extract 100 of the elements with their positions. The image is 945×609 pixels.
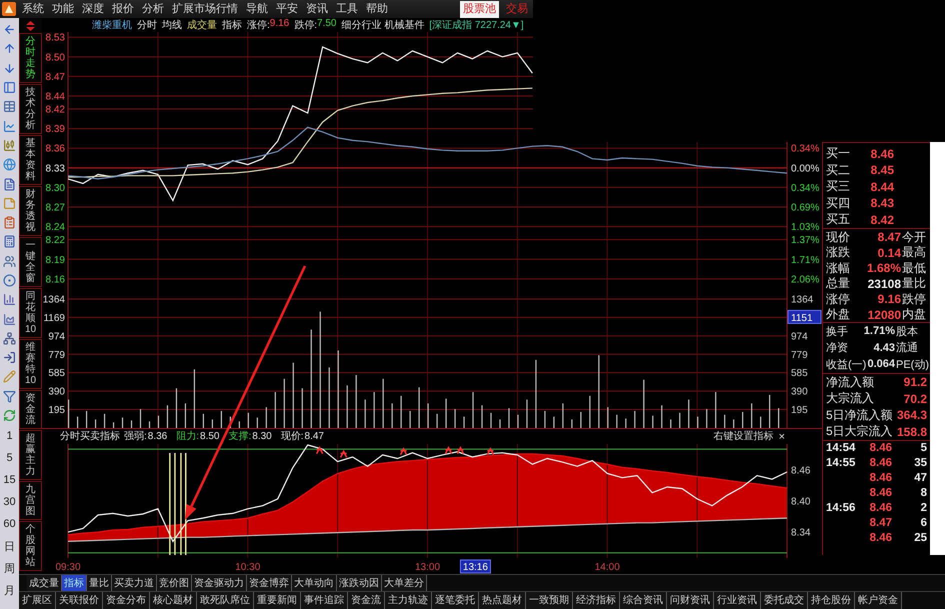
- extension-tab[interactable]: 敢死队席位: [197, 592, 254, 609]
- refresh-icon[interactable]: [3, 409, 16, 422]
- extension-tab[interactable]: 帐户资金: [855, 592, 902, 609]
- chart-tab[interactable]: 成交量: [27, 575, 62, 591]
- close-button[interactable]: ×: [778, 432, 785, 442]
- menu-item[interactable]: 平安: [272, 0, 302, 18]
- candlestick-icon[interactable]: [3, 138, 16, 152]
- document-icon[interactable]: [3, 178, 16, 191]
- extension-tab[interactable]: 扩展区: [19, 592, 56, 609]
- side-tab[interactable]: 维赛特10: [19, 339, 42, 389]
- period-button[interactable]: 月: [0, 579, 19, 602]
- toolbar-tab[interactable]: 股票池: [460, 0, 499, 18]
- signal-marker-icon: [444, 446, 452, 454]
- calculator-icon[interactable]: [3, 235, 16, 248]
- menu-item[interactable]: 扩展市场行情: [168, 0, 242, 18]
- extension-tab[interactable]: 经济指标: [573, 592, 620, 609]
- period-button[interactable]: 周: [0, 557, 19, 580]
- side-tab[interactable]: 资金流: [19, 390, 42, 429]
- chart-tab[interactable]: 量比: [87, 575, 112, 591]
- axis-label: 8.50: [46, 52, 65, 64]
- side-tab[interactable]: 同花顺10: [19, 288, 42, 338]
- menu-item[interactable]: 导航: [242, 0, 272, 18]
- trade-volume: 2: [920, 502, 927, 514]
- period-button[interactable]: 30: [0, 491, 19, 514]
- extension-tab[interactable]: 资金流: [348, 592, 385, 609]
- up-arrow-icon[interactable]: [3, 42, 16, 56]
- people-icon[interactable]: [3, 254, 16, 268]
- side-tab[interactable]: 财务透视: [19, 186, 42, 236]
- side-tab[interactable]: 个股网站: [19, 521, 42, 571]
- down-arrow-icon[interactable]: [3, 62, 16, 75]
- chart-tab[interactable]: 资金博弈: [247, 575, 292, 591]
- menu-item[interactable]: 资讯: [302, 0, 332, 18]
- axis-label: 2.06%: [791, 274, 820, 286]
- circle-icon[interactable]: [3, 274, 16, 287]
- area-chart-icon[interactable]: [3, 312, 16, 326]
- extension-tab[interactable]: 事件追踪: [301, 592, 348, 609]
- window-icon[interactable]: [3, 81, 16, 94]
- chart-tab[interactable]: 竞价图: [157, 575, 192, 591]
- chart-option[interactable]: 均线: [162, 18, 182, 32]
- extension-tab[interactable]: 行业资讯: [714, 592, 761, 609]
- extension-tab[interactable]: 问财资讯: [667, 592, 714, 609]
- period-button[interactable]: 日: [0, 535, 19, 558]
- menu-item[interactable]: 报价: [108, 0, 138, 18]
- side-tab[interactable]: 超赢主力: [19, 430, 42, 480]
- reading-label: 现价:: [280, 432, 304, 442]
- menu-item[interactable]: 帮助: [362, 0, 392, 18]
- period-button[interactable]: 5: [0, 447, 19, 470]
- menu-item[interactable]: 分析: [138, 0, 168, 18]
- extension-tab[interactable]: 委托成交: [761, 592, 808, 609]
- period-button[interactable]: 60: [0, 513, 19, 536]
- menu-item[interactable]: 工具: [332, 0, 362, 18]
- time-label: 10:30: [235, 562, 260, 573]
- chart-option[interactable]: 指标: [222, 18, 242, 32]
- flow-value: 158.8: [896, 424, 927, 439]
- note-icon[interactable]: [3, 196, 16, 210]
- chart-tab[interactable]: 大单差分: [382, 575, 427, 591]
- chart-tab[interactable]: 大单动向: [292, 575, 337, 591]
- side-tab[interactable]: 九宫图: [19, 481, 42, 520]
- settings-link[interactable]: 右键设置指标: [714, 432, 774, 442]
- app-icon[interactable]: [2, 2, 16, 16]
- login-icon[interactable]: [3, 351, 16, 364]
- bar-chart-icon[interactable]: [3, 293, 16, 306]
- quote-label: 涨停: [826, 290, 850, 308]
- side-tab[interactable]: 技术分析: [19, 84, 42, 134]
- extension-tab[interactable]: 逐笔委托: [432, 592, 479, 609]
- clipboard-icon[interactable]: [3, 216, 16, 230]
- quote-value: 1.68%: [866, 261, 901, 276]
- extension-tab[interactable]: 资金分布: [103, 592, 150, 609]
- chart-option[interactable]: 成交量: [187, 18, 217, 32]
- menu-item[interactable]: 系统: [18, 0, 48, 18]
- side-tab[interactable]: 基本资料: [19, 135, 42, 185]
- table-icon[interactable]: [3, 100, 16, 114]
- extension-tab[interactable]: 重要新闻: [254, 592, 301, 609]
- pencil-icon[interactable]: [3, 370, 16, 384]
- extension-tab[interactable]: 综合资讯: [620, 592, 667, 609]
- menu-item[interactable]: 功能: [48, 0, 78, 18]
- extension-tab[interactable]: 一致预期: [526, 592, 573, 609]
- globe-icon[interactable]: [3, 158, 16, 172]
- extension-tab[interactable]: 热点题材: [479, 592, 526, 609]
- left-arrow-icon[interactable]: [3, 23, 16, 36]
- extension-tab[interactable]: 主力轨迹: [385, 592, 432, 609]
- line-chart-icon[interactable]: [3, 120, 16, 133]
- period-button[interactable]: 15: [0, 469, 19, 492]
- quote-label: 总量: [826, 275, 850, 292]
- period-button[interactable]: 1: [0, 425, 19, 448]
- extension-tab[interactable]: 核心题材: [150, 592, 197, 609]
- network-icon[interactable]: [3, 332, 16, 345]
- side-tab[interactable]: 一键全窗: [19, 237, 42, 287]
- chart-tab[interactable]: 指标: [62, 575, 87, 591]
- chart-option[interactable]: 分时: [137, 18, 157, 32]
- up-down-arrow-icon[interactable]: [26, 21, 35, 31]
- extension-tab[interactable]: 关联报价: [56, 592, 103, 609]
- side-tab[interactable]: 分时走势: [19, 33, 42, 83]
- chart-tab[interactable]: 涨跌动因: [337, 575, 382, 591]
- funnel-icon[interactable]: [3, 390, 16, 403]
- chart-tab[interactable]: 资金驱动力: [192, 575, 247, 591]
- chart-tab[interactable]: 买卖力道: [112, 575, 157, 591]
- axis-label: 1364: [791, 294, 814, 306]
- extension-tab[interactable]: 持仓股份: [808, 592, 855, 609]
- menu-item[interactable]: 深度: [78, 0, 108, 18]
